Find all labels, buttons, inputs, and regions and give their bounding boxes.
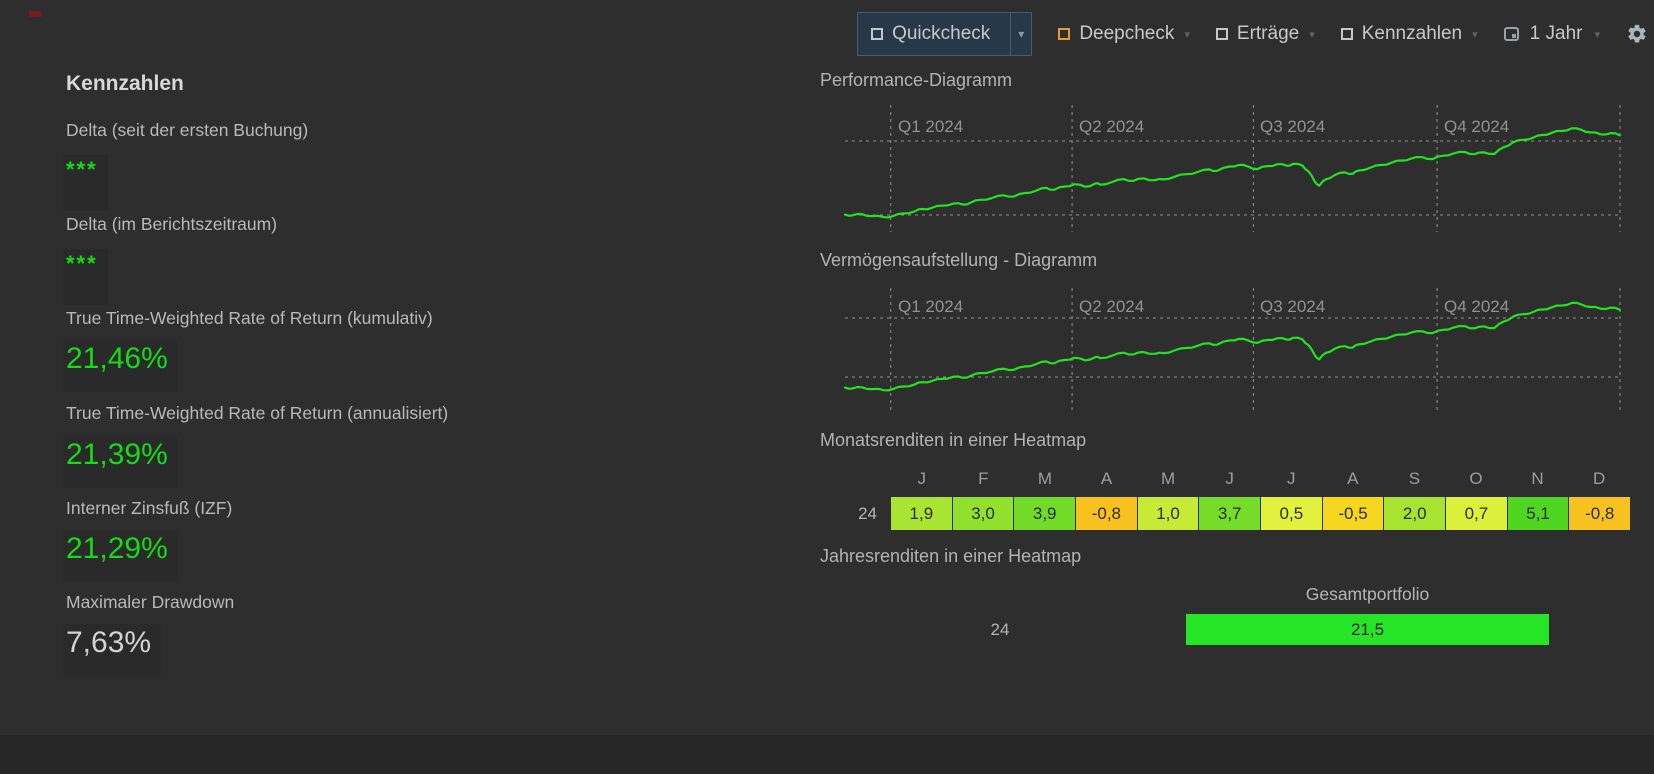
heatmap-cell-month: 5,1 [1507, 497, 1569, 530]
chevron-down-icon: ▾ [1018, 27, 1025, 41]
chart-title-performance: Performance-Diagramm [820, 70, 1013, 90]
heatmap-column-header: J [917, 469, 927, 488]
heatmap-cell-month: -0,5 [1322, 497, 1384, 530]
reporting-period-selector[interactable]: 1 Jahr ▾ [1503, 23, 1600, 45]
heatmap-cell-month: 2,0 [1384, 497, 1446, 530]
monthly-heatmap-headers: JFMAMJJASOND [891, 469, 1630, 489]
chart-line [843, 127, 1622, 219]
metric-value: 21,39% [63, 436, 178, 488]
chart-title-assets: Vermögensaufstellung - Diagramm [820, 250, 1098, 270]
square-icon [1058, 28, 1071, 40]
tab-kennzahlen[interactable]: Kennzahlen ▾ [1340, 23, 1478, 45]
tab-kennzahlen-label: Kennzahlen [1361, 23, 1463, 44]
tab-ertraege-label: Erträge [1236, 23, 1300, 44]
heatmap-column-header: O [1469, 469, 1483, 488]
dashboard: Quickcheck ▾ Deepcheck ▾ Erträge ▾ Kennz… [0, 0, 1654, 774]
metric-value: 7,63% [63, 624, 162, 676]
quarter-label: Q3 2024 [1260, 117, 1326, 136]
settings-button[interactable] [1626, 23, 1648, 45]
heatmap-column-header: A [1100, 469, 1113, 488]
metric-label: True Time-Weighted Rate of Return (annua… [66, 403, 449, 423]
square-icon [1215, 28, 1228, 40]
heatmap-column-header: J [1225, 469, 1234, 488]
tab-deepcheck-label: Deepcheck [1079, 23, 1175, 44]
metric-label: True Time-Weighted Rate of Return (kumul… [66, 308, 433, 328]
metric-value: 21,29% [63, 530, 178, 582]
chevron-down-icon[interactable]: ▾ [1184, 28, 1190, 41]
chevron-down-icon[interactable]: ▾ [1309, 28, 1315, 41]
metric-value: *** [63, 155, 108, 211]
metric-value: 21,46% [63, 340, 178, 392]
heatmap-year-label: 24 [858, 504, 877, 523]
metric-label: Delta (seit der ersten Buchung) [66, 120, 309, 140]
heatmap-column-header: A [1347, 469, 1359, 488]
tab-quickcheck-label: Quickcheck [892, 23, 991, 44]
heatmap-title-monthly: Monatsrenditen in einer Heatmap [820, 430, 1087, 450]
chevron-down-icon[interactable]: ▾ [1472, 28, 1478, 41]
heatmap-title-yearly: Jahresrenditen in einer Heatmap [820, 546, 1082, 566]
tab-ertraege[interactable]: Erträge ▾ [1215, 23, 1315, 45]
tab-deepcheck[interactable]: Deepcheck ▾ [1058, 23, 1190, 45]
quarter-label: Q1 2024 [898, 297, 964, 316]
quarter-label: Q2 2024 [1079, 297, 1145, 316]
heatmap-cell-month: 3,7 [1199, 497, 1261, 530]
metric-value: *** [63, 249, 108, 305]
heatmap-column-header: M [1161, 469, 1176, 488]
bottom-bar [0, 735, 1654, 774]
heatmap-cell-month: -0,8 [1076, 497, 1137, 530]
heatmap-cell-month: 1,0 [1137, 497, 1199, 530]
quarter-label: Q1 2024 [898, 117, 964, 136]
heatmap-column-header: F [978, 469, 989, 488]
heatmap-column-header: N [1531, 469, 1544, 488]
chevron-down-icon: ▾ [1594, 28, 1600, 41]
heatmap-column-header: D [1593, 469, 1606, 488]
metric-label: Interner Zinsfuß (IZF) [66, 498, 233, 518]
quarter-label: Q3 2024 [1260, 297, 1326, 316]
red-marker [29, 11, 42, 17]
heatmap-year-label: 24 [990, 620, 1010, 639]
tab-quickcheck-dropdown[interactable]: ▾ [1010, 13, 1031, 55]
square-icon [1340, 28, 1353, 40]
quarter-label: Q4 2024 [1444, 117, 1510, 136]
heatmap-cell-month: 0,5 [1261, 497, 1322, 530]
heatmap-column-header: M [1037, 469, 1053, 488]
toolbar: Quickcheck ▾ Deepcheck ▾ Erträge ▾ Kennz… [857, 11, 1648, 57]
year-heatmap-cell: 21,5 [1186, 614, 1549, 645]
quarter-label: Q4 2024 [1444, 297, 1510, 316]
page-title: Kennzahlen [66, 72, 184, 95]
quarter-label: Q2 2024 [1079, 117, 1145, 136]
square-icon [871, 28, 884, 40]
tab-quickcheck[interactable]: Quickcheck ▾ [857, 12, 1033, 56]
heatmap-column-header: S [1408, 469, 1421, 488]
metric-label: Delta (im Berichtszeitraum) [66, 214, 278, 234]
heatmap-cell-month: 3,9 [1014, 497, 1076, 530]
heatmap-cell-month: 3,0 [952, 497, 1014, 530]
report-period-icon [1503, 27, 1519, 41]
gear-icon [1628, 24, 1646, 43]
metric-label: Maximaler Drawdown [66, 592, 235, 612]
monthly-heatmap-cells: 1,9 3,0 3,9 -0,8 1,0 3,7 0,5 -0,5 2,0 0,7 5,1 -0,8 [891, 497, 1631, 530]
portfolio-column-header: Gesamtportfolio [1305, 584, 1430, 604]
reporting-period-label: 1 Jahr [1529, 23, 1583, 44]
heatmap-cell-month: 0,7 [1446, 497, 1507, 530]
heatmap-column-header: J [1287, 469, 1296, 488]
heatmap-cell-month: 1,9 [891, 497, 952, 530]
heatmap-cell-month: -0,8 [1569, 497, 1631, 530]
